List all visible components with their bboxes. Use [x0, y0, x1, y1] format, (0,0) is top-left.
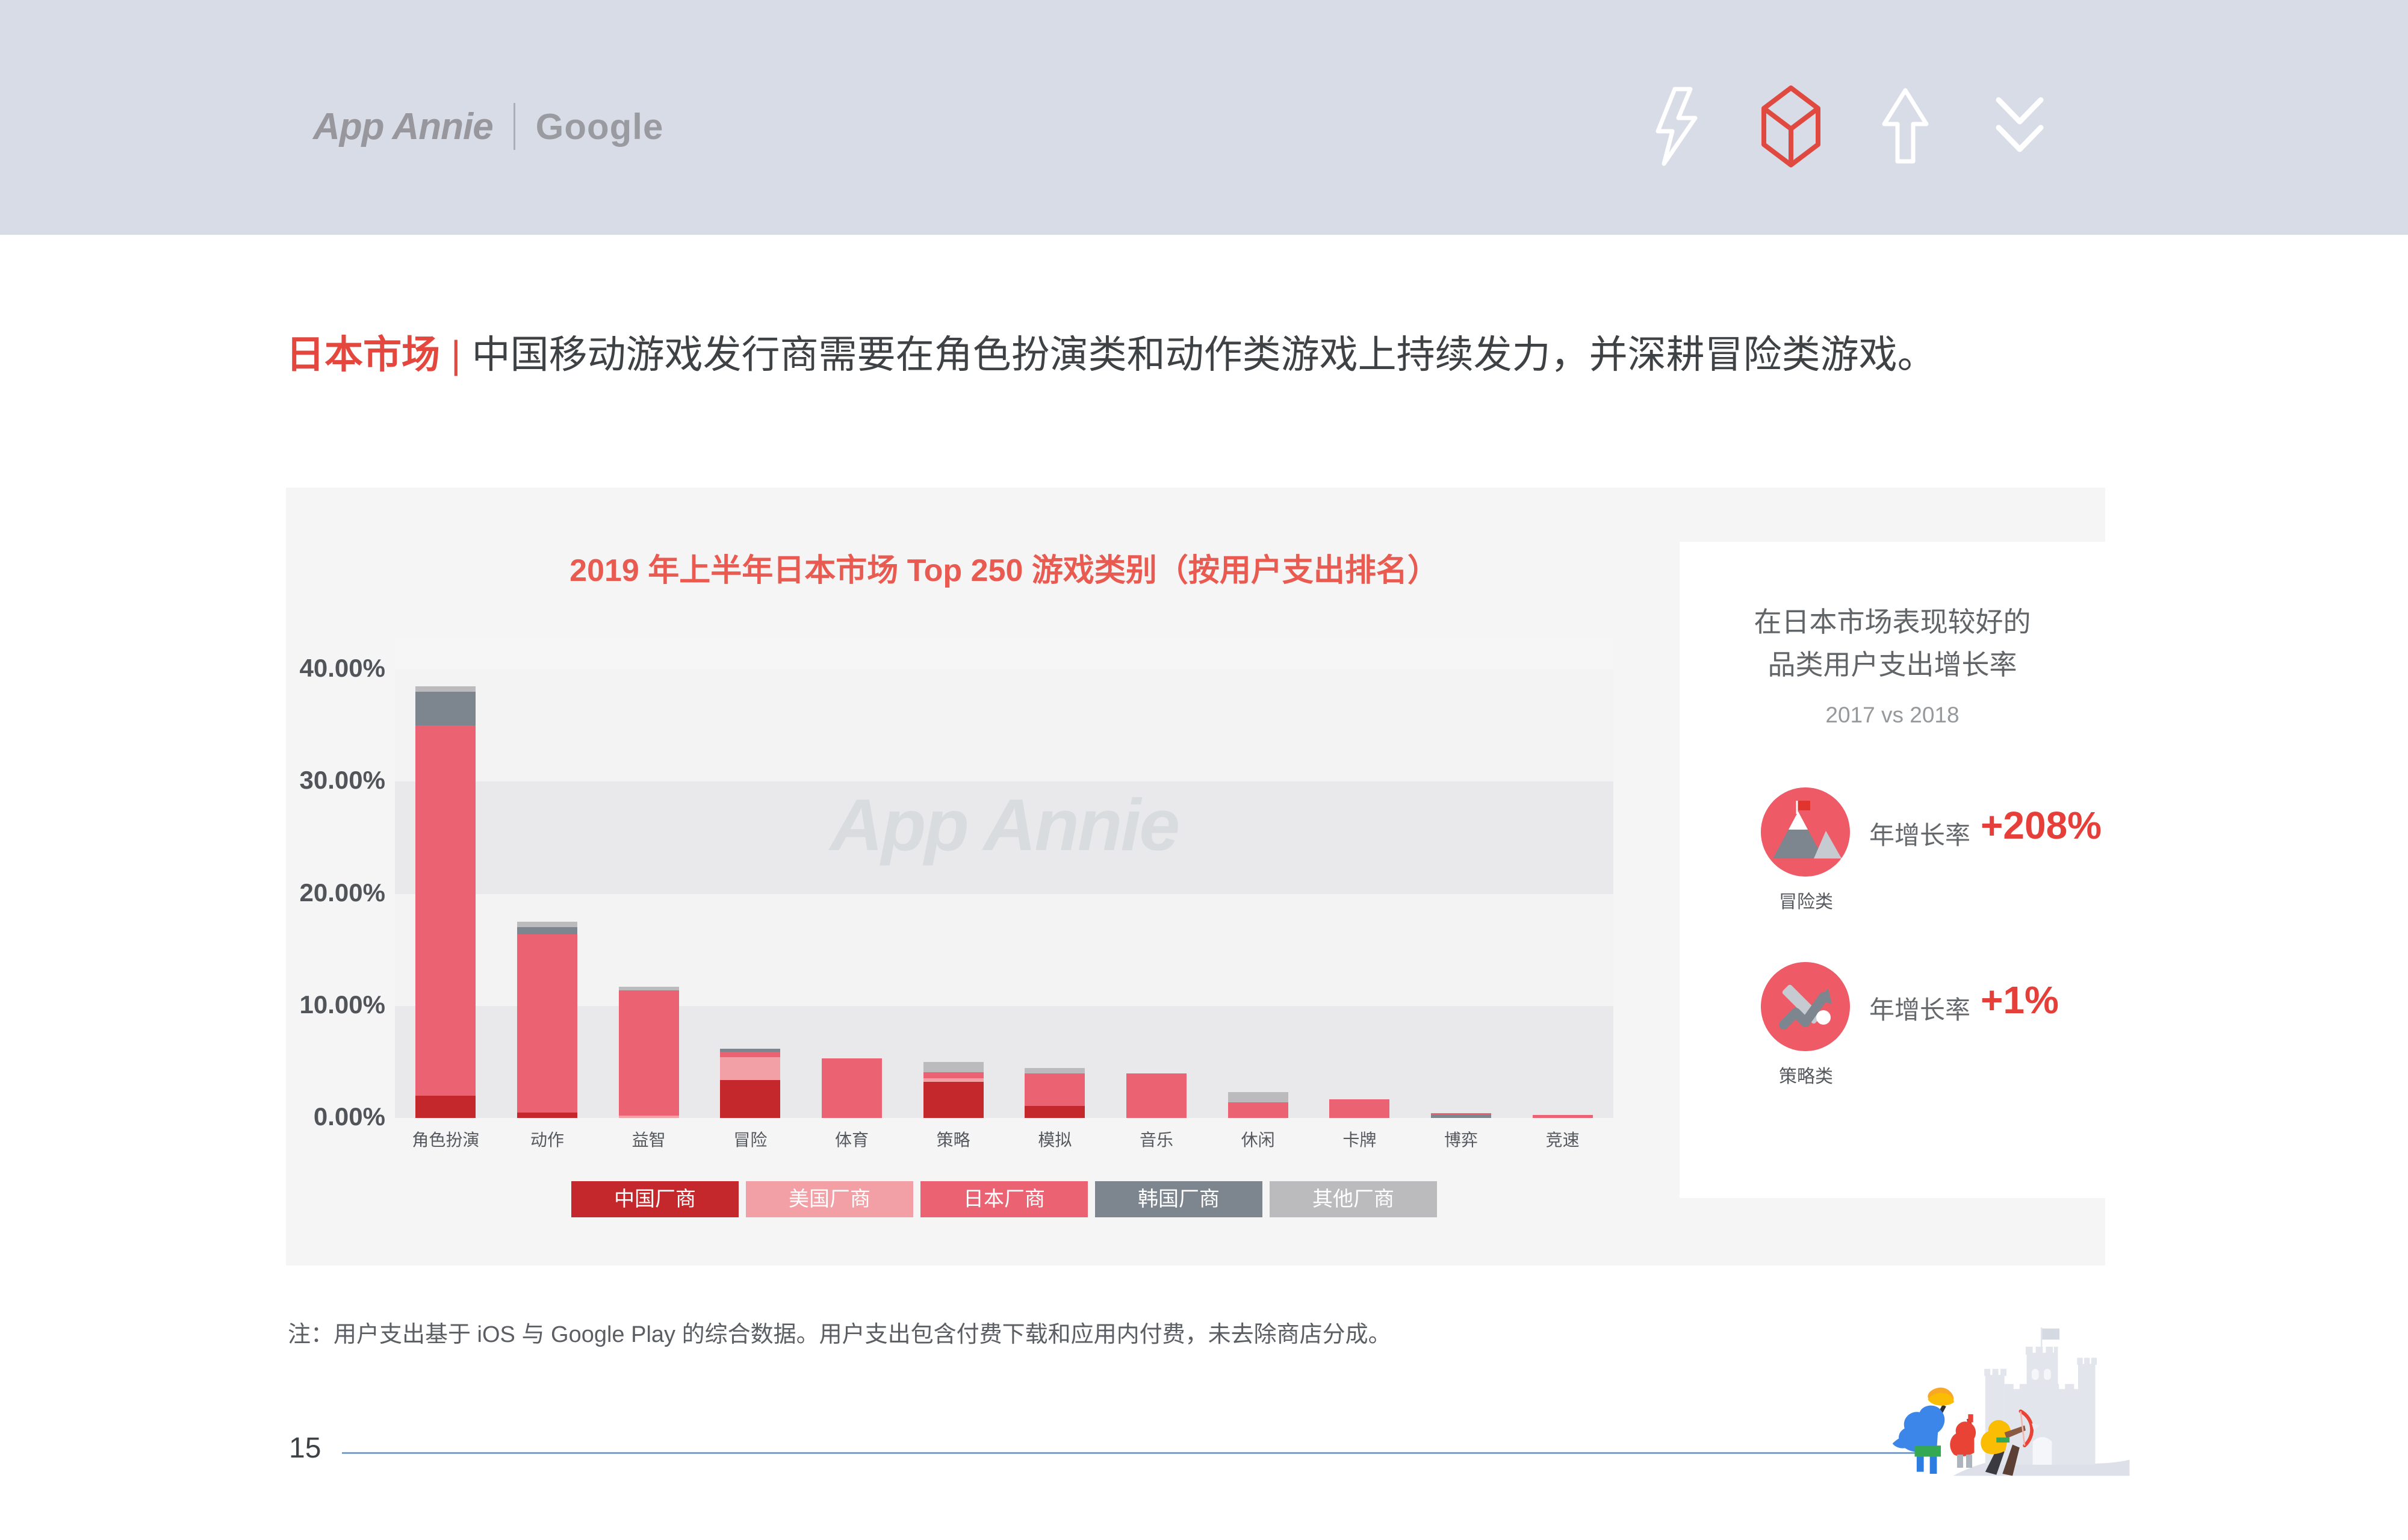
bar-segment-韩国厂商	[517, 927, 577, 934]
bar-segment-日本厂商	[1431, 1113, 1491, 1115]
bar-segment-中国厂商	[1025, 1106, 1085, 1118]
bar-segment-中国厂商	[720, 1080, 780, 1118]
bar-segment-日本厂商	[1025, 1073, 1085, 1107]
bar-segment-美国厂商	[923, 1078, 984, 1082]
bar-segment-其他厂商	[1025, 1068, 1085, 1073]
x-axis-label: 策略	[902, 1127, 1004, 1151]
bar-segment-中国厂商	[415, 1096, 476, 1118]
bar-segment-日本厂商	[1533, 1115, 1593, 1118]
stat-label: 年增长率	[1869, 815, 1970, 852]
arrow-up-icon[interactable]	[1866, 84, 1944, 169]
bar-segment-日本厂商	[1228, 1102, 1288, 1118]
bar-角色扮演	[415, 638, 476, 1118]
stat-category: 策略类	[1716, 1061, 1896, 1088]
bar-segment-中国厂商	[923, 1082, 984, 1118]
stat-value: +1%	[1981, 978, 2059, 1022]
mountain-icon	[1761, 787, 1850, 877]
x-axis-label: 博弈	[1410, 1127, 1512, 1151]
stat-adventure: 冒险类 年增长率 +208%	[1680, 787, 2105, 932]
bar-卡牌	[1329, 638, 1389, 1118]
bar-segment-其他厂商	[923, 1062, 984, 1072]
page-title-separator: |	[440, 333, 472, 376]
y-axis-tick-label: 20.00%	[181, 878, 385, 907]
bar-segment-韩国厂商	[1431, 1114, 1491, 1118]
stat-value: +208%	[1981, 803, 2102, 848]
bar-segment-韩国厂商	[720, 1049, 780, 1052]
bar-竞速	[1533, 638, 1593, 1118]
y-axis-tick-label: 40.00%	[181, 654, 385, 683]
cube-icon[interactable]	[1752, 84, 1830, 169]
x-axis-label: 益智	[598, 1127, 700, 1151]
bar-segment-日本厂商	[1126, 1073, 1187, 1118]
bar-休闲	[1228, 638, 1288, 1118]
bar-segment-其他厂商	[619, 987, 679, 990]
bar-音乐	[1126, 638, 1187, 1118]
x-axis-label: 音乐	[1106, 1127, 1208, 1151]
bar-segment-其他厂商	[1228, 1092, 1288, 1102]
bar-segment-日本厂商	[619, 990, 679, 1116]
x-axis-label: 动作	[497, 1127, 598, 1151]
y-axis-tick-label: 10.00%	[181, 990, 385, 1019]
x-axis-label: 冒险	[700, 1127, 801, 1151]
legend-item-韩国厂商: 韩国厂商	[1095, 1181, 1262, 1217]
logo-divider	[514, 103, 515, 150]
bar-segment-其他厂商	[517, 922, 577, 927]
bar-体育	[822, 638, 882, 1118]
stat-category: 冒险类	[1716, 887, 1896, 913]
bar-博弈	[1431, 638, 1491, 1118]
bar-segment-日本厂商	[822, 1058, 882, 1118]
x-axis-label: 竞速	[1512, 1127, 1613, 1151]
strategy-icon	[1761, 962, 1850, 1051]
page-title: 日本市场|中国移动游戏发行商需要在角色扮演类和动作类游戏上持续发力，并深耕冒险类…	[286, 330, 2152, 380]
bar-模拟	[1025, 638, 1085, 1118]
bar-segment-日本厂商	[923, 1072, 984, 1078]
y-axis-tick-label: 0.00%	[181, 1102, 385, 1131]
bar-策略	[923, 638, 984, 1118]
legend-item-美国厂商: 美国厂商	[746, 1181, 913, 1217]
y-axis-tick-label: 30.00%	[181, 766, 385, 795]
header-band: App Annie Google	[0, 0, 2408, 235]
stats-panel: 在日本市场表现较好的 品类用户支出增长率 2017 vs 2018 冒险类 年增…	[1680, 542, 2105, 1198]
castle-illustration	[1877, 1324, 2130, 1508]
report-page: App Annie Google	[0, 0, 2408, 1540]
lightning-icon[interactable]	[1637, 84, 1716, 169]
x-axis-label: 卡牌	[1309, 1127, 1410, 1151]
bar-segment-韩国厂商	[415, 692, 476, 725]
page-title-text: 中国移动游戏发行商需要在角色扮演类和动作类游戏上持续发力，并深耕冒险类游戏。	[472, 333, 1936, 376]
chart-legend: 中国厂商美国厂商日本厂商韩国厂商其他厂商	[395, 1181, 1613, 1217]
stat-strategy: 策略类 年增长率 +1%	[1680, 962, 2105, 1107]
footnote: 注：用户支出基于 iOS 与 Google Play 的综合数据。用户支出包含付…	[288, 1315, 1853, 1349]
brand-logos: App Annie Google	[313, 96, 663, 157]
legend-item-中国厂商: 中国厂商	[571, 1181, 739, 1217]
stats-subtitle: 2017 vs 2018	[1680, 703, 2105, 728]
page-number: 15	[289, 1432, 321, 1465]
legend-item-日本厂商: 日本厂商	[920, 1181, 1088, 1217]
bar-益智	[619, 638, 679, 1118]
x-axis-label: 模拟	[1004, 1127, 1106, 1151]
bar-segment-日本厂商	[415, 725, 476, 1096]
footer-divider-line	[342, 1452, 1916, 1454]
page-title-highlight: 日本市场	[286, 333, 440, 376]
google-logo: Google	[536, 106, 664, 147]
bar-冒险	[720, 638, 780, 1118]
bar-segment-中国厂商	[517, 1113, 577, 1118]
x-axis-label: 角色扮演	[395, 1127, 497, 1151]
appannie-logo: App Annie	[313, 105, 493, 148]
bar-动作	[517, 638, 577, 1118]
bar-segment-日本厂商	[720, 1052, 780, 1057]
stacked-bar-chart	[395, 638, 1613, 1118]
chart-title: 2019 年上半年日本市场 Top 250 游戏类别（按用户支出排名）	[395, 545, 1613, 590]
legend-item-其他厂商: 其他厂商	[1270, 1181, 1437, 1217]
stats-title: 在日本市场表现较好的 品类用户支出增长率	[1680, 601, 2105, 687]
x-axis-label: 休闲	[1207, 1127, 1309, 1151]
bar-segment-日本厂商	[1329, 1099, 1389, 1118]
stat-label: 年增长率	[1869, 990, 1970, 1026]
double-chevron-down-icon[interactable]	[1981, 84, 2059, 169]
bar-segment-美国厂商	[720, 1057, 780, 1079]
bar-segment-美国厂商	[619, 1116, 679, 1118]
bar-segment-日本厂商	[517, 934, 577, 1113]
x-axis-label: 体育	[801, 1127, 903, 1151]
bar-segment-其他厂商	[415, 686, 476, 692]
